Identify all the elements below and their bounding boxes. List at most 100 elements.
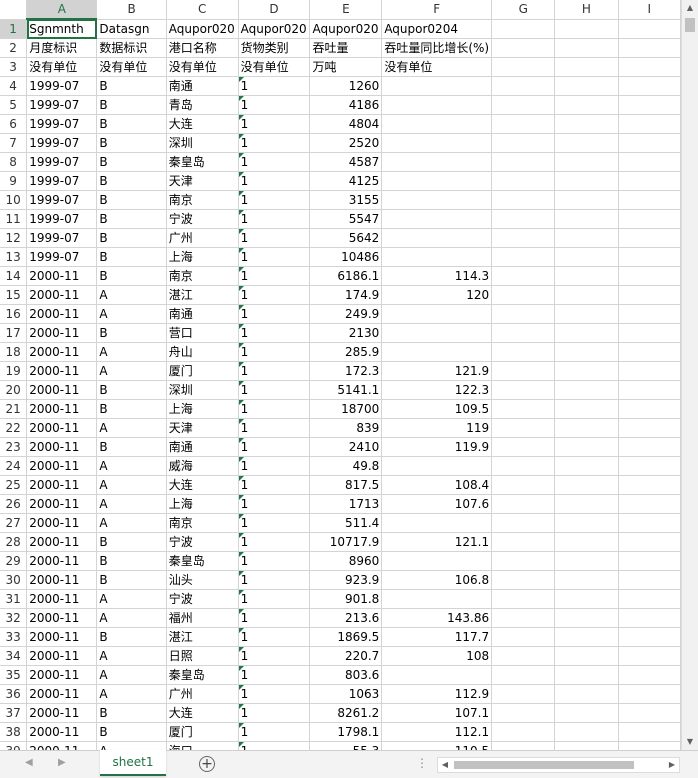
cell-i13[interactable]: [618, 247, 681, 267]
cell-f8[interactable]: [381, 152, 493, 172]
column-header-g[interactable]: G: [491, 0, 556, 20]
cell-e32[interactable]: 213.6: [309, 608, 383, 628]
cell-f20[interactable]: 122.3: [381, 380, 493, 400]
cell-f6[interactable]: [381, 114, 493, 134]
cell-a2[interactable]: 月度标识: [26, 38, 98, 58]
cell-g39[interactable]: [491, 741, 556, 750]
vertical-scrollbar[interactable]: ▲ ▼: [681, 0, 698, 750]
cell-f2[interactable]: 吞吐量同比增长(%): [381, 38, 493, 58]
cell-f38[interactable]: 112.1: [381, 722, 493, 742]
cell-g33[interactable]: [491, 627, 556, 647]
cell-a24[interactable]: 2000-11: [26, 456, 98, 476]
cell-h21[interactable]: [554, 399, 619, 419]
cell-h17[interactable]: [554, 323, 619, 343]
row-header[interactable]: 10: [0, 190, 28, 210]
cell-e39[interactable]: 55.3: [309, 741, 383, 750]
cell-d6[interactable]: 1: [238, 114, 311, 134]
cell-e11[interactable]: 5547: [309, 209, 383, 229]
cell-f32[interactable]: 143.86: [381, 608, 493, 628]
cell-i30[interactable]: [618, 570, 681, 590]
row-header[interactable]: 31: [0, 589, 28, 609]
cell-i27[interactable]: [618, 513, 681, 533]
scroll-down-arrow-icon[interactable]: ▼: [682, 734, 698, 750]
cell-f29[interactable]: [381, 551, 493, 571]
cell-a7[interactable]: 1999-07: [26, 133, 98, 153]
row-header[interactable]: 20: [0, 380, 28, 400]
row-header[interactable]: 15: [0, 285, 28, 305]
cell-c39[interactable]: 海口: [166, 741, 239, 750]
cell-h37[interactable]: [554, 703, 619, 723]
cell-i23[interactable]: [618, 437, 681, 457]
cell-h22[interactable]: [554, 418, 619, 438]
cell-e14[interactable]: 6186.1: [309, 266, 383, 286]
cell-d26[interactable]: 1: [238, 494, 311, 514]
cell-h25[interactable]: [554, 475, 619, 495]
horizontal-scroll-thumb[interactable]: [454, 761, 634, 769]
cell-g30[interactable]: [491, 570, 556, 590]
cell-g31[interactable]: [491, 589, 556, 609]
cell-e9[interactable]: 4125: [309, 171, 383, 191]
row-header[interactable]: 13: [0, 247, 28, 267]
cell-c24[interactable]: 威海: [166, 456, 239, 476]
scroll-left-arrow-icon[interactable]: ◀: [438, 758, 452, 772]
cell-h35[interactable]: [554, 665, 619, 685]
cell-d5[interactable]: 1: [238, 95, 311, 115]
cell-d22[interactable]: 1: [238, 418, 311, 438]
cell-h39[interactable]: [554, 741, 619, 750]
column-header-c[interactable]: C: [166, 0, 239, 20]
cell-f12[interactable]: [381, 228, 493, 248]
cell-a32[interactable]: 2000-11: [26, 608, 98, 628]
cell-e1[interactable]: Aqupor020: [309, 19, 383, 39]
cell-h12[interactable]: [554, 228, 619, 248]
row-header[interactable]: 38: [0, 722, 28, 742]
cell-a21[interactable]: 2000-11: [26, 399, 98, 419]
cell-i17[interactable]: [618, 323, 681, 343]
cell-a25[interactable]: 2000-11: [26, 475, 98, 495]
row-header[interactable]: 27: [0, 513, 28, 533]
cell-f28[interactable]: 121.1: [381, 532, 493, 552]
cell-e27[interactable]: 511.4: [309, 513, 383, 533]
cell-a11[interactable]: 1999-07: [26, 209, 98, 229]
cell-e28[interactable]: 10717.9: [309, 532, 383, 552]
cell-d21[interactable]: 1: [238, 399, 311, 419]
cell-a13[interactable]: 1999-07: [26, 247, 98, 267]
cell-h2[interactable]: [554, 38, 619, 58]
cell-i22[interactable]: [618, 418, 681, 438]
row-header[interactable]: 11: [0, 209, 28, 229]
cell-i6[interactable]: [618, 114, 681, 134]
cell-h33[interactable]: [554, 627, 619, 647]
cell-g26[interactable]: [491, 494, 556, 514]
cell-c3[interactable]: 没有单位: [166, 57, 239, 77]
cell-b24[interactable]: A: [96, 456, 167, 476]
cell-c1[interactable]: Aqupor020: [166, 19, 239, 39]
cell-d1[interactable]: Aqupor020: [238, 19, 311, 39]
cell-a34[interactable]: 2000-11: [26, 646, 98, 666]
cell-e8[interactable]: 4587: [309, 152, 383, 172]
cell-d11[interactable]: 1: [238, 209, 311, 229]
cell-d16[interactable]: 1: [238, 304, 311, 324]
cell-c32[interactable]: 福州: [166, 608, 239, 628]
cell-c30[interactable]: 汕头: [166, 570, 239, 590]
cell-b37[interactable]: B: [96, 703, 167, 723]
cell-g19[interactable]: [491, 361, 556, 381]
cell-f17[interactable]: [381, 323, 493, 343]
cell-a28[interactable]: 2000-11: [26, 532, 98, 552]
cell-c9[interactable]: 天津: [166, 171, 239, 191]
row-header[interactable]: 37: [0, 703, 28, 723]
cell-c4[interactable]: 南通: [166, 76, 239, 96]
cell-e36[interactable]: 1063: [309, 684, 383, 704]
cell-h29[interactable]: [554, 551, 619, 571]
cell-e18[interactable]: 285.9: [309, 342, 383, 362]
row-header[interactable]: 7: [0, 133, 28, 153]
cell-c21[interactable]: 上海: [166, 399, 239, 419]
cell-g25[interactable]: [491, 475, 556, 495]
cell-c14[interactable]: 南京: [166, 266, 239, 286]
cell-h18[interactable]: [554, 342, 619, 362]
cell-b7[interactable]: B: [96, 133, 167, 153]
cell-b15[interactable]: A: [96, 285, 167, 305]
cell-f26[interactable]: 107.6: [381, 494, 493, 514]
column-header-b[interactable]: B: [96, 0, 167, 20]
cell-i36[interactable]: [618, 684, 681, 704]
cell-b33[interactable]: B: [96, 627, 167, 647]
row-header[interactable]: 33: [0, 627, 28, 647]
